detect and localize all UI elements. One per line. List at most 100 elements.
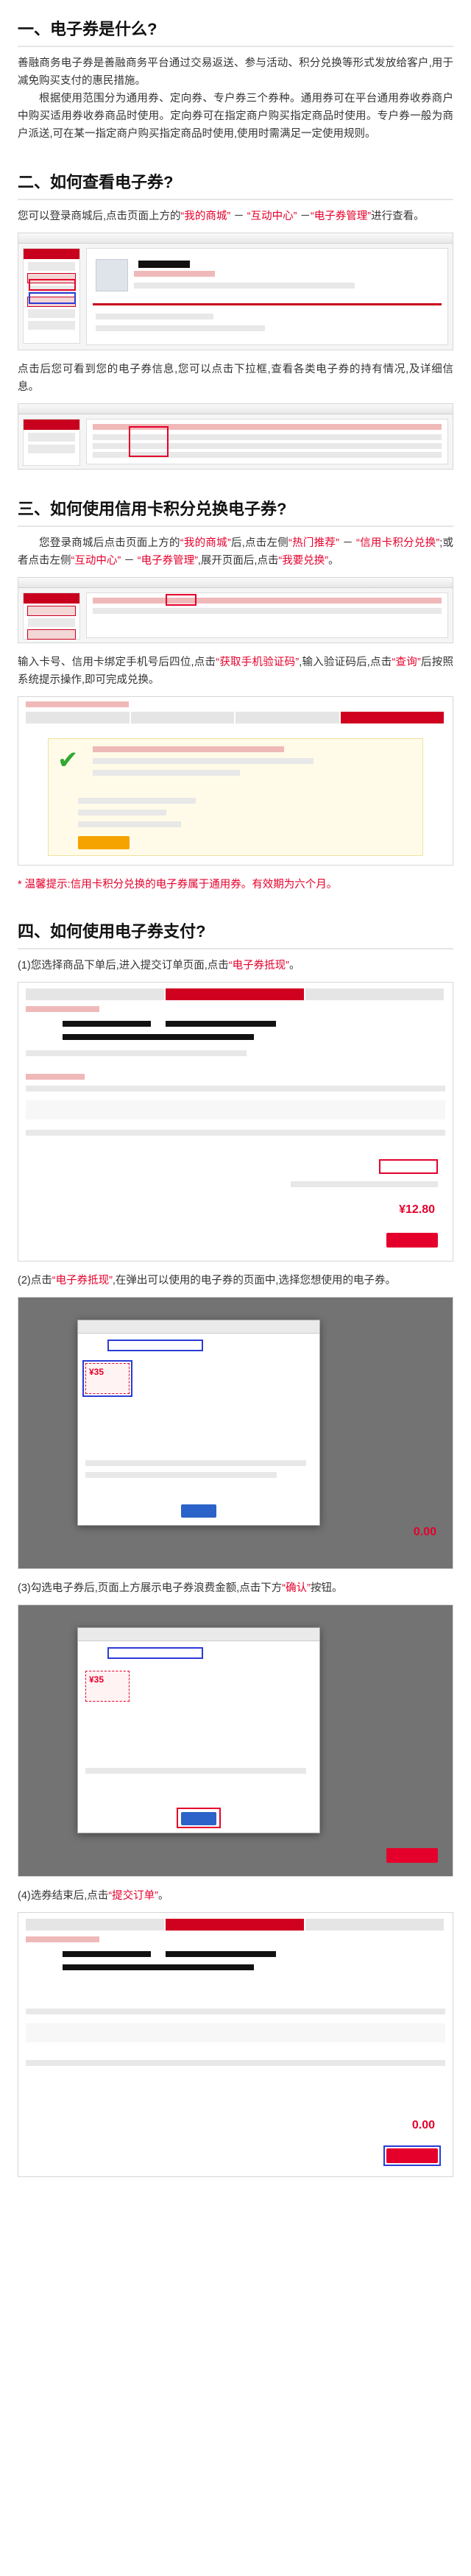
highlight-redeem: “我要兑换”	[278, 555, 329, 567]
success-line	[93, 770, 240, 776]
sidebar-item-hot	[27, 606, 76, 616]
highlight-coupon-deduct: “电子券抵现”	[228, 960, 289, 972]
modal-header	[78, 1320, 319, 1334]
screenshot-redeem-success: ✔	[18, 696, 453, 866]
sidebar-item-coupons	[27, 629, 76, 640]
section-title-1: 一、电子券是什么?	[18, 0, 453, 47]
step	[26, 712, 130, 723]
section3-para1: 您登录商城后点击页面上方的“我的商城”后,点击左侧“热门推荐” － “信用卡积分…	[18, 534, 453, 570]
success-line	[93, 758, 314, 764]
order-row	[26, 1130, 445, 1136]
screenshot-coupon-list	[18, 403, 453, 470]
browser-bar	[18, 233, 453, 244]
section4-step3: (3)勾选电子券后,页面上方展示电子券浪费金额,点击下方“确认”按钮。	[18, 1579, 453, 1597]
modal-header	[78, 1628, 319, 1641]
section4-step2: (2)点击“电子券抵现”,在弹出可以使用的电子券的页面中,选择您想使用的电子券。	[18, 1272, 453, 1289]
sidebar-mock	[23, 592, 80, 640]
redacted-name	[138, 261, 190, 268]
sidebar-mock	[23, 419, 80, 466]
sidebar-item	[28, 262, 75, 271]
text-run: 您登录商城后点击页面上方的	[39, 537, 180, 549]
step	[236, 712, 339, 723]
highlight-box	[177, 1808, 221, 1828]
text-run: (4)选券结束后,点击	[18, 1890, 109, 1902]
sidebar-item	[28, 309, 75, 318]
text-run: 。	[288, 960, 300, 972]
text-run: (2)点击	[18, 1275, 52, 1287]
tip: * 温馨提示:信用卡积分兑换的电子券属于通用券。有效期为六个月。	[18, 879, 338, 891]
info-line	[134, 271, 215, 277]
section-title-2: 二、如何查看电子券?	[18, 153, 453, 200]
rule-line	[85, 1460, 306, 1466]
highlight-get-sms-code: “获取手机验证码”	[216, 657, 300, 668]
rule-line	[85, 1472, 277, 1478]
info-line	[96, 325, 265, 331]
text-run: 。	[157, 1890, 169, 1902]
highlight-box	[29, 292, 76, 304]
text-run: 。	[328, 555, 339, 567]
address-line	[26, 1050, 247, 1056]
section3-para2: 输入卡号、信用卡绑定手机号后四位,点击“获取手机验证码”,输入验证码后,点击“查…	[18, 654, 453, 689]
highlight-box	[129, 426, 169, 457]
browser-bar	[18, 404, 453, 414]
coupon-card: ¥35	[85, 1671, 130, 1702]
step-active	[166, 1919, 304, 1931]
success-line	[93, 746, 284, 752]
sidebar-head	[24, 420, 79, 430]
mock-button	[78, 836, 130, 849]
section4-step4: (4)选券结束后,点击“提交订单”。	[18, 1887, 453, 1905]
text-run: 您可以登录商城后,点击页面上方的	[18, 210, 181, 222]
highlight-hot-recommend: “热门推荐”	[288, 537, 339, 549]
step	[305, 1919, 444, 1931]
text-run: －	[297, 210, 311, 222]
section-header	[26, 1006, 99, 1012]
step-strip	[26, 988, 445, 1000]
text-run: 输入卡号、信用卡绑定手机号后四位,点击	[18, 657, 216, 668]
highlight-submit-order: “提交订单”	[108, 1890, 158, 1902]
text-run: ,展开页面后,点击	[197, 555, 279, 567]
text-run: －	[339, 537, 356, 549]
highlight-points-exchange: “信用卡积分兑换”	[356, 537, 440, 549]
section-header	[26, 1074, 85, 1080]
text-run: (1)您选择商品下单后,进入提交订单页面,点击	[18, 960, 229, 972]
redacted-address	[63, 1034, 254, 1040]
main-mock	[86, 248, 448, 345]
sidebar-item	[28, 321, 75, 330]
order-row	[26, 2060, 445, 2066]
section-title-3: 三、如何使用信用卡积分兑换电子券?	[18, 480, 453, 527]
coupon-amount: ¥35	[89, 1674, 105, 1685]
screenshot-submit-order: 0.00	[18, 1912, 453, 2177]
step-active	[340, 712, 444, 723]
screenshot-order-page: ¥12.80	[18, 982, 453, 1262]
redacted-address	[166, 1951, 276, 1957]
sidebar-item	[28, 618, 75, 627]
coupon-modal: ¥35	[77, 1627, 320, 1833]
highlight-box	[107, 1340, 203, 1351]
redacted-address	[63, 1951, 151, 1957]
sidebar-item	[28, 433, 75, 442]
section-header	[26, 1936, 99, 1942]
section2-para2: 点击后您可看到您的电子券信息,您可以点击下拉框,查看各类电子券的持有情况,及详细…	[18, 364, 453, 393]
screenshot-account-page	[18, 233, 453, 350]
highlight-coupon-management: “电子券管理”	[310, 210, 372, 222]
price-zero: 0.00	[413, 1526, 436, 1538]
section4-step1: (1)您选择商品下单后,进入提交订单页面,点击“电子券抵现”。	[18, 957, 453, 974]
table-header	[26, 2009, 445, 2014]
step-strip	[26, 1919, 445, 1931]
tab-strip	[26, 701, 129, 707]
section1-para1: 善融商务电子券是善融商务平台通过交易返送、参与活动、积分兑换等形式发放给客户,用…	[18, 57, 453, 87]
highlight-box	[107, 1647, 203, 1659]
text-run: －	[230, 210, 247, 222]
highlight-query: “查询”	[392, 657, 421, 668]
highlight-interaction-center: “互动中心”	[247, 210, 297, 222]
step	[305, 988, 444, 1000]
detail-line	[78, 821, 181, 827]
highlight-box	[29, 279, 76, 291]
sidebar-head	[24, 593, 79, 604]
confirm-mock	[181, 1504, 216, 1518]
highlight-box	[383, 2145, 441, 2166]
highlight-confirm: “确认”	[282, 1582, 311, 1594]
text-run: －	[121, 555, 138, 567]
redacted-address	[166, 1021, 276, 1027]
table-header	[26, 1086, 445, 1091]
